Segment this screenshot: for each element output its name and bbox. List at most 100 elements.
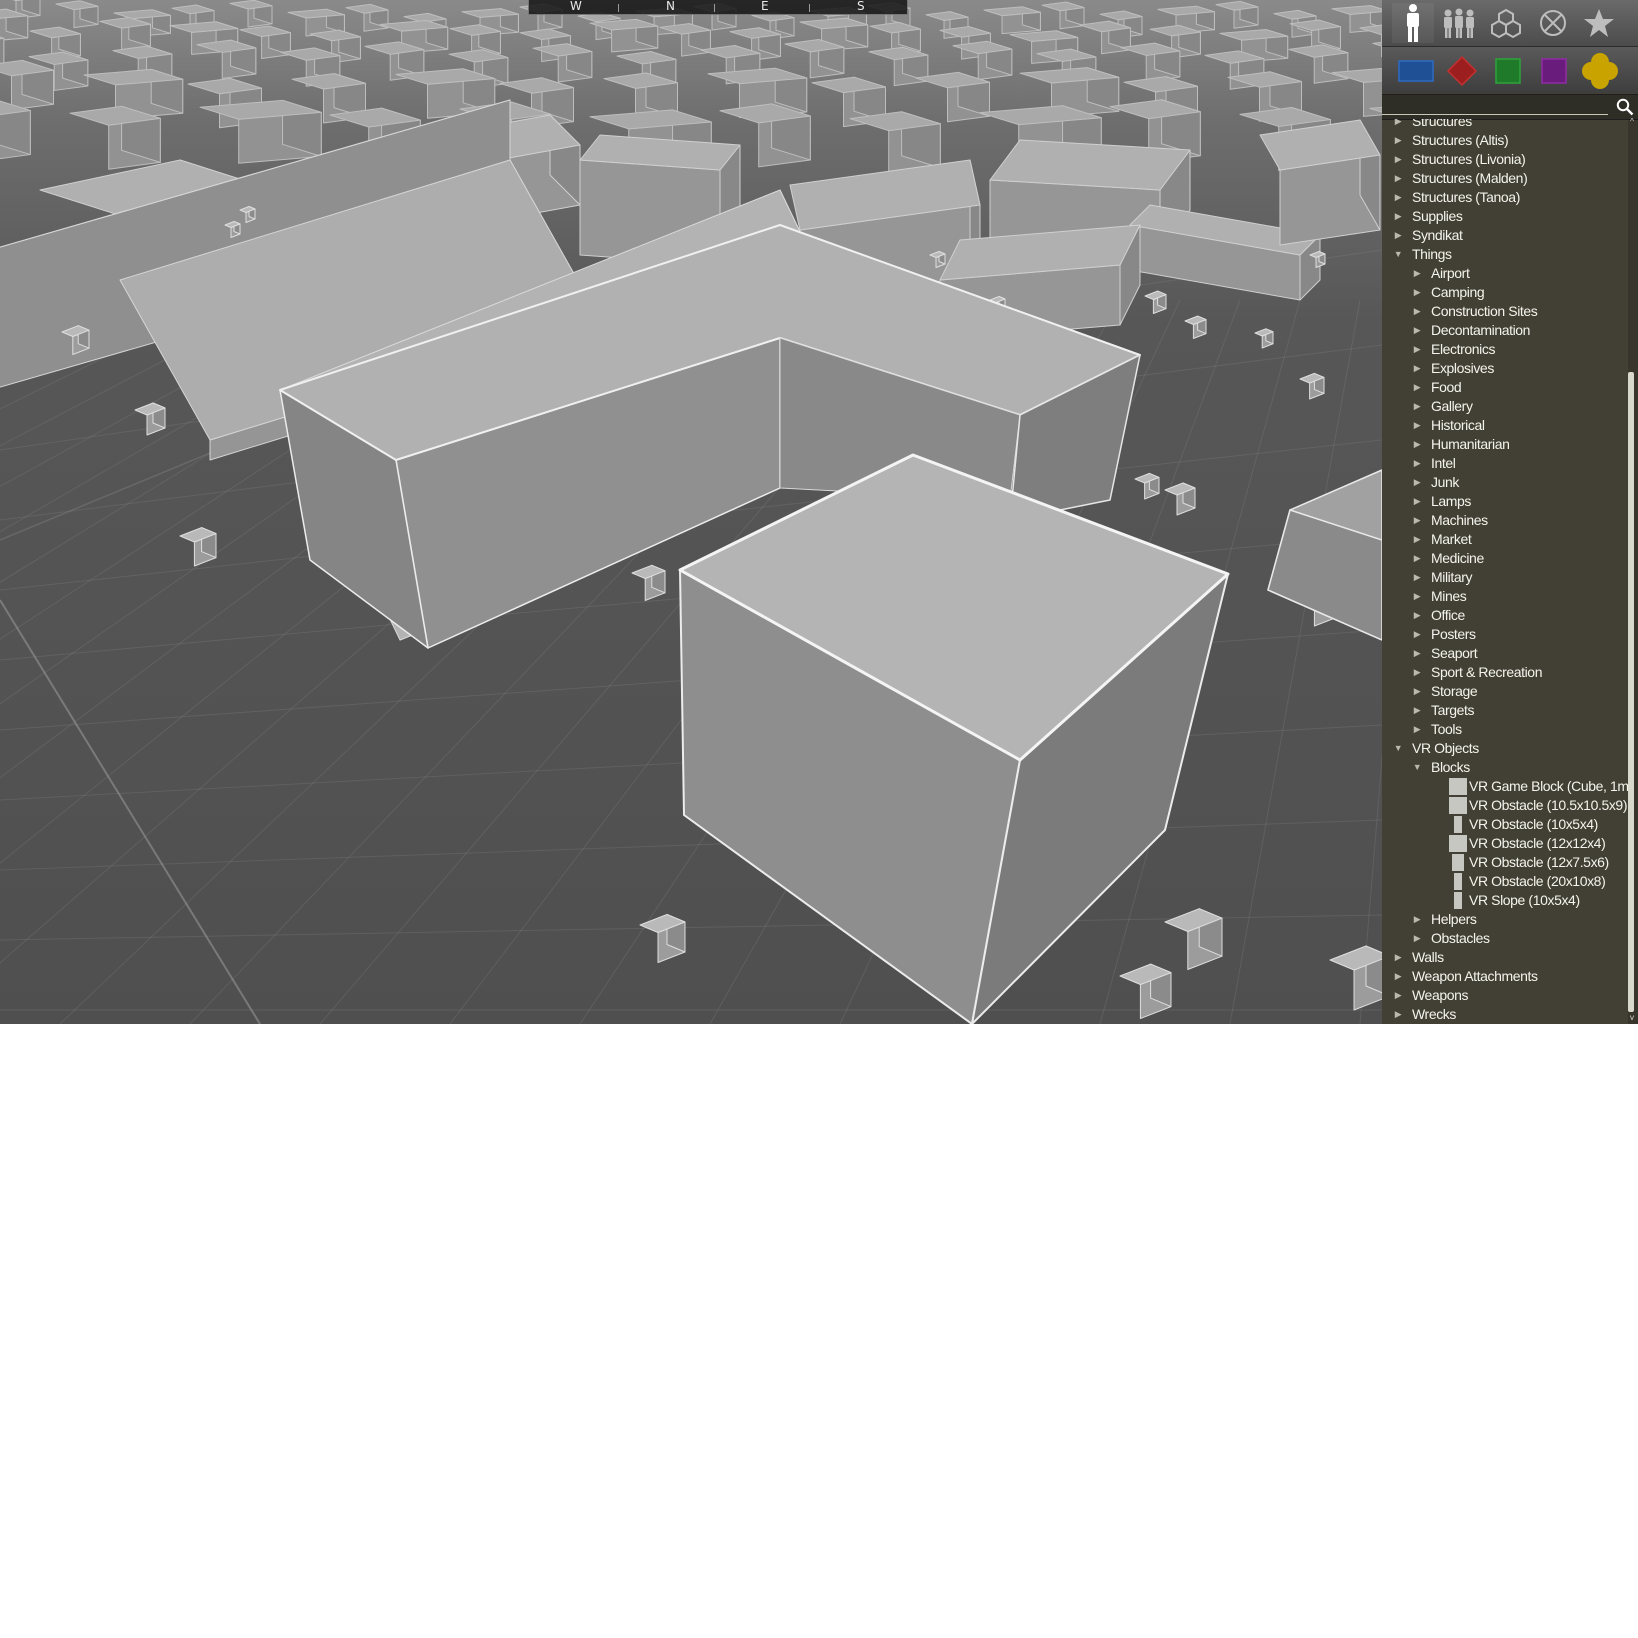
favorites-mode-button[interactable] <box>1578 3 1620 43</box>
expand-arrow-right-icon[interactable]: ▶ <box>1411 701 1423 720</box>
tree-category-item[interactable]: ▶ Targets <box>1382 701 1628 720</box>
opfor-side-button[interactable] <box>1442 51 1482 91</box>
expand-arrow-right-icon[interactable]: ▶ <box>1411 416 1423 435</box>
tree-category-item[interactable]: ▶ Medicine <box>1382 549 1628 568</box>
blufor-side-button[interactable] <box>1396 51 1436 91</box>
expand-arrow-right-icon[interactable]: ▶ <box>1411 625 1423 644</box>
units-mode-button[interactable] <box>1392 3 1434 43</box>
tree-category-item[interactable]: ▶ Gallery <box>1382 397 1628 416</box>
tree-category-item[interactable]: ▶ Electronics <box>1382 340 1628 359</box>
expand-arrow-right-icon[interactable]: ▶ <box>1411 682 1423 701</box>
expand-arrow-right-icon[interactable]: ▶ <box>1392 169 1404 188</box>
expand-arrow-right-icon[interactable]: ▶ <box>1411 283 1423 302</box>
expand-arrow-right-icon[interactable]: ▶ <box>1411 473 1423 492</box>
tree-leaf-item[interactable]: VR Obstacle (10.5x10.5x9) <box>1382 796 1628 815</box>
expand-arrow-right-icon[interactable]: ▶ <box>1392 131 1404 150</box>
tree-category-item[interactable]: ▶ Humanitarian <box>1382 435 1628 454</box>
tree-category-item[interactable]: ▶ Military <box>1382 568 1628 587</box>
tree-leaf-item[interactable]: VR Obstacle (12x7.5x6) <box>1382 853 1628 872</box>
expand-arrow-right-icon[interactable]: ▶ <box>1392 226 1404 245</box>
expand-arrow-right-icon[interactable]: ▶ <box>1411 587 1423 606</box>
expand-arrow-right-icon[interactable]: ▶ <box>1411 397 1423 416</box>
expand-arrow-right-icon[interactable]: ▶ <box>1411 910 1423 929</box>
tree-leaf-item[interactable]: VR Slope (10x5x4) <box>1382 891 1628 910</box>
tree-category-item[interactable]: ▶ Structures (Altis) <box>1382 131 1628 150</box>
expand-arrow-right-icon[interactable]: ▶ <box>1411 663 1423 682</box>
expand-arrow-right-icon[interactable]: ▶ <box>1392 967 1404 986</box>
expand-arrow-right-icon[interactable]: ▶ <box>1392 986 1404 1005</box>
scroll-down-arrow-icon[interactable]: v <box>1626 1014 1638 1022</box>
tree-category-item[interactable]: ▶ Structures (Livonia) <box>1382 150 1628 169</box>
tree-category-item[interactable]: ▼ Blocks <box>1382 758 1628 777</box>
expand-arrow-right-icon[interactable]: ▶ <box>1411 321 1423 340</box>
tree-leaf-item[interactable]: VR Game Block (Cube, 1m) <box>1382 777 1628 796</box>
tree-category-item[interactable]: ▶ Supplies <box>1382 207 1628 226</box>
expand-arrow-right-icon[interactable]: ▶ <box>1411 359 1423 378</box>
expand-arrow-down-icon[interactable]: ▼ <box>1392 245 1404 264</box>
modules-mode-button[interactable] <box>1532 3 1574 43</box>
tree-category-item[interactable]: ▶ Market <box>1382 530 1628 549</box>
tree-leaf-item[interactable]: VR Obstacle (10x5x4) <box>1382 815 1628 834</box>
expand-arrow-right-icon[interactable]: ▶ <box>1392 948 1404 967</box>
tree-category-item[interactable]: ▶ Structures (Malden) <box>1382 169 1628 188</box>
expand-arrow-right-icon[interactable]: ▶ <box>1411 492 1423 511</box>
expand-arrow-right-icon[interactable]: ▶ <box>1392 207 1404 226</box>
tree-category-item[interactable]: ▶ Weapons <box>1382 986 1628 1005</box>
tree-category-item[interactable]: ▼ VR Objects <box>1382 739 1628 758</box>
expand-arrow-down-icon[interactable]: ▼ <box>1411 758 1423 777</box>
expand-arrow-right-icon[interactable]: ▶ <box>1411 549 1423 568</box>
tree-category-item[interactable]: ▶ Wrecks <box>1382 1005 1628 1024</box>
tree-category-item[interactable]: ▶ Structures <box>1382 119 1628 131</box>
tree-category-item[interactable]: ▶ Food <box>1382 378 1628 397</box>
3d-viewport[interactable]: W N E S <box>0 0 1382 1024</box>
expand-arrow-right-icon[interactable]: ▶ <box>1411 929 1423 948</box>
expand-arrow-right-icon[interactable]: ▶ <box>1411 378 1423 397</box>
empty-side-button[interactable] <box>1580 51 1620 91</box>
expand-arrow-right-icon[interactable]: ▶ <box>1411 720 1423 739</box>
tree-category-item[interactable]: ▶ Helpers <box>1382 910 1628 929</box>
tree-leaf-item[interactable]: VR Obstacle (12x12x4) <box>1382 834 1628 853</box>
expand-arrow-right-icon[interactable]: ▶ <box>1392 1005 1404 1024</box>
tree-category-item[interactable]: ▶ Structures (Tanoa) <box>1382 188 1628 207</box>
tree-category-item[interactable]: ▶ Mines <box>1382 587 1628 606</box>
tree-scrollbar-thumb[interactable] <box>1628 372 1634 1012</box>
tree-leaf-item[interactable]: VR Obstacle (20x10x8) <box>1382 872 1628 891</box>
expand-arrow-right-icon[interactable]: ▶ <box>1411 530 1423 549</box>
tree-category-item[interactable]: ▶ Junk <box>1382 473 1628 492</box>
tree-category-item[interactable]: ▶ Machines <box>1382 511 1628 530</box>
expand-arrow-right-icon[interactable]: ▶ <box>1392 188 1404 207</box>
expand-arrow-right-icon[interactable]: ▶ <box>1411 511 1423 530</box>
independent-side-button[interactable] <box>1488 51 1528 91</box>
tree-category-item[interactable]: ▶ Storage <box>1382 682 1628 701</box>
expand-arrow-right-icon[interactable]: ▶ <box>1411 606 1423 625</box>
search-input[interactable] <box>1382 97 1608 115</box>
expand-arrow-right-icon[interactable]: ▶ <box>1411 264 1423 283</box>
tree-category-item[interactable]: ▶ Weapon Attachments <box>1382 967 1628 986</box>
tree-category-item[interactable]: ▶ Intel <box>1382 454 1628 473</box>
tree-category-item[interactable]: ▶ Camping <box>1382 283 1628 302</box>
tree-category-item[interactable]: ▶ Syndikat <box>1382 226 1628 245</box>
tree-category-item[interactable]: ▶ Walls <box>1382 948 1628 967</box>
expand-arrow-right-icon[interactable]: ▶ <box>1392 150 1404 169</box>
groups-mode-button[interactable] <box>1438 3 1480 43</box>
tree-category-item[interactable]: ▶ Obstacles <box>1382 929 1628 948</box>
tree-category-item[interactable]: ▶ Decontamination <box>1382 321 1628 340</box>
tree-category-item[interactable]: ▼ Things <box>1382 245 1628 264</box>
expand-arrow-right-icon[interactable]: ▶ <box>1411 454 1423 473</box>
tree-category-item[interactable]: ▶ Lamps <box>1382 492 1628 511</box>
expand-arrow-right-icon[interactable]: ▶ <box>1411 644 1423 663</box>
tree-category-item[interactable]: ▶ Explosives <box>1382 359 1628 378</box>
search-button[interactable] <box>1613 96 1637 118</box>
expand-arrow-down-icon[interactable]: ▼ <box>1392 739 1404 758</box>
civilian-side-button[interactable] <box>1534 51 1574 91</box>
expand-arrow-right-icon[interactable]: ▶ <box>1411 435 1423 454</box>
expand-arrow-right-icon[interactable]: ▶ <box>1411 568 1423 587</box>
scroll-up-arrow-icon[interactable]: ^ <box>1626 118 1638 126</box>
tree-category-item[interactable]: ▶ Posters <box>1382 625 1628 644</box>
expand-arrow-right-icon[interactable]: ▶ <box>1392 119 1404 131</box>
tree-category-item[interactable]: ▶ Historical <box>1382 416 1628 435</box>
tree-category-item[interactable]: ▶ Airport <box>1382 264 1628 283</box>
vr-scene[interactable] <box>0 0 1382 1024</box>
tree-category-item[interactable]: ▶ Office <box>1382 606 1628 625</box>
tree-category-item[interactable]: ▶ Sport & Recreation <box>1382 663 1628 682</box>
